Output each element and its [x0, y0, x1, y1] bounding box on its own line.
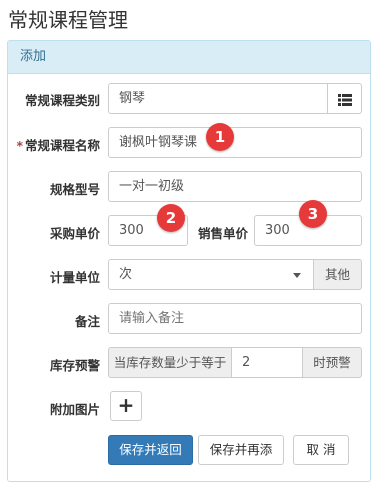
- category-list-button[interactable]: [327, 83, 362, 114]
- list-icon: [337, 91, 352, 106]
- annotation-badge-2: 2: [157, 204, 185, 232]
- unit-other-button[interactable]: 其他: [313, 259, 362, 290]
- category-label: 常规课程类别: [24, 93, 100, 108]
- add-image-button[interactable]: +: [110, 391, 142, 421]
- required-mark: *: [16, 138, 23, 153]
- annotation-badge-1: 1: [206, 123, 234, 151]
- stock-alert-prefix: 当库存数量少于等于: [108, 347, 232, 378]
- annotation-badge-3: 3: [299, 200, 327, 228]
- stock-alert-suffix: 时预警: [302, 347, 362, 378]
- unit-label: 计量单位: [49, 270, 100, 285]
- spec-input[interactable]: 一对一初级: [108, 171, 362, 202]
- name-label: * 常规课程名称: [8, 135, 100, 154]
- panel-heading: 添加: [8, 41, 370, 74]
- stock-alert-label: 库存预警: [49, 358, 100, 373]
- remark-label: 备注: [74, 314, 100, 329]
- remark-input[interactable]: [108, 303, 362, 334]
- page-title: 常规课程管理: [8, 8, 128, 32]
- cancel-button[interactable]: 取 消: [293, 435, 349, 465]
- image-label: 附加图片: [49, 402, 100, 417]
- purchase-price-label: 采购单价: [49, 226, 100, 241]
- save-add-button[interactable]: 保存并再添: [198, 435, 284, 465]
- chevron-down-icon: [293, 273, 301, 278]
- unit-select[interactable]: 次: [108, 259, 314, 290]
- stock-alert-input[interactable]: 2: [231, 347, 303, 378]
- category-input[interactable]: 钢琴: [108, 83, 328, 114]
- name-input[interactable]: 谢枫叶钢琴课: [108, 127, 362, 158]
- name-label-text: 常规课程名称: [24, 138, 100, 153]
- sale-price-label: 销售单价: [197, 226, 248, 241]
- save-return-button[interactable]: 保存并返回: [108, 435, 193, 465]
- spec-label: 规格型号: [49, 182, 100, 197]
